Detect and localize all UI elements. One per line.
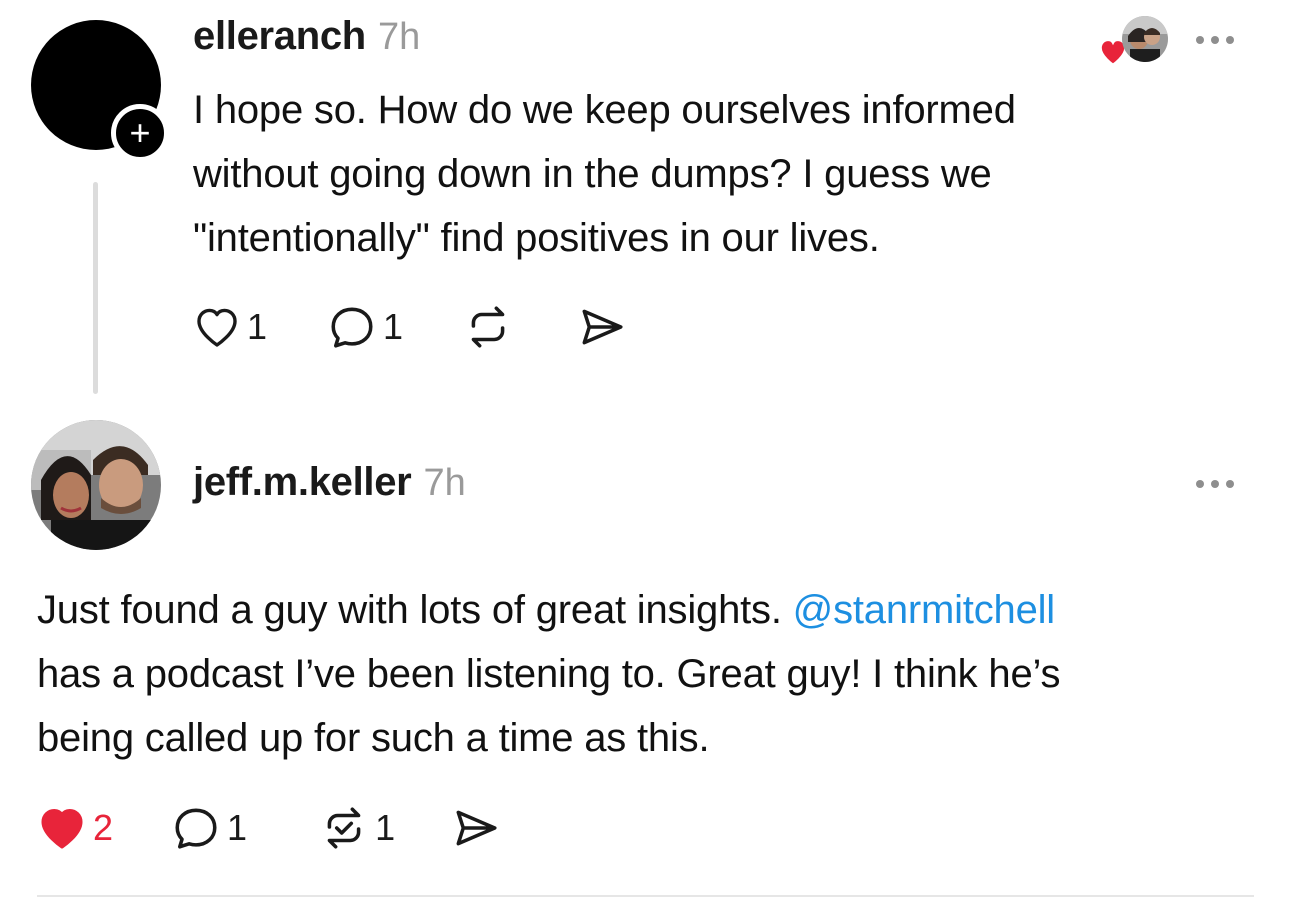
like-button[interactable]: 1	[193, 304, 267, 350]
username[interactable]: elleranch	[193, 14, 366, 59]
like-count: 1	[247, 306, 268, 347]
post-text: Just found a guy with lots of great insi…	[37, 588, 793, 632]
send-icon	[456, 810, 497, 846]
more-options-icon[interactable]	[1196, 36, 1234, 44]
post-header: jeff.m.keller 7h	[193, 460, 466, 505]
post-text-line: I hope so. How do we keep ourselves info…	[193, 88, 1016, 132]
username[interactable]: jeff.m.keller	[193, 460, 412, 505]
repost-count: 1	[375, 807, 396, 848]
thread-connector-line	[93, 182, 98, 394]
like-count: 2	[93, 807, 114, 848]
mention-link[interactable]: @stanrmitchell	[793, 588, 1056, 632]
post-divider	[37, 895, 1254, 897]
timestamp: 7h	[423, 462, 466, 504]
reply-button[interactable]: 1	[171, 805, 247, 851]
post-actions: 1 1	[193, 304, 627, 350]
comment-icon	[331, 307, 373, 348]
avatar[interactable]	[31, 420, 161, 550]
send-icon	[582, 309, 623, 345]
repost-button[interactable]: 1	[319, 805, 395, 851]
liker-avatar[interactable]	[1122, 16, 1168, 62]
post-actions: 2 1 1	[37, 804, 501, 852]
reply-count: 1	[383, 306, 404, 347]
post-text-line: has a podcast I’ve been listening to. Gr…	[37, 652, 1061, 696]
repost-button[interactable]	[463, 304, 513, 350]
follow-plus-icon[interactable]: +	[111, 104, 169, 162]
reply-count: 1	[227, 807, 248, 848]
heart-filled-icon	[41, 808, 83, 849]
reply-button[interactable]: 1	[327, 304, 403, 350]
heart-icon	[197, 308, 237, 347]
share-button[interactable]	[577, 304, 627, 350]
post-body: I hope so. How do we keep ourselves info…	[193, 78, 1016, 270]
like-button[interactable]: 2	[37, 804, 113, 852]
timestamp: 7h	[377, 16, 421, 58]
comment-icon	[175, 808, 217, 849]
share-button[interactable]	[451, 805, 501, 851]
post-text-line: Just found a guy with lots of great insi…	[37, 578, 1060, 642]
repost-check-icon	[327, 807, 361, 849]
more-options-icon[interactable]	[1196, 480, 1234, 488]
post-header: elleranch 7h	[193, 14, 420, 59]
repost-icon	[471, 306, 505, 348]
post-text-line: without going down in the dumps? I guess…	[193, 152, 992, 196]
post-text-line: "intentionally" find positives in our li…	[193, 216, 880, 260]
post-text-line: being called up for such a time as this.	[37, 716, 710, 760]
post-body: Just found a guy with lots of great insi…	[37, 578, 1060, 770]
